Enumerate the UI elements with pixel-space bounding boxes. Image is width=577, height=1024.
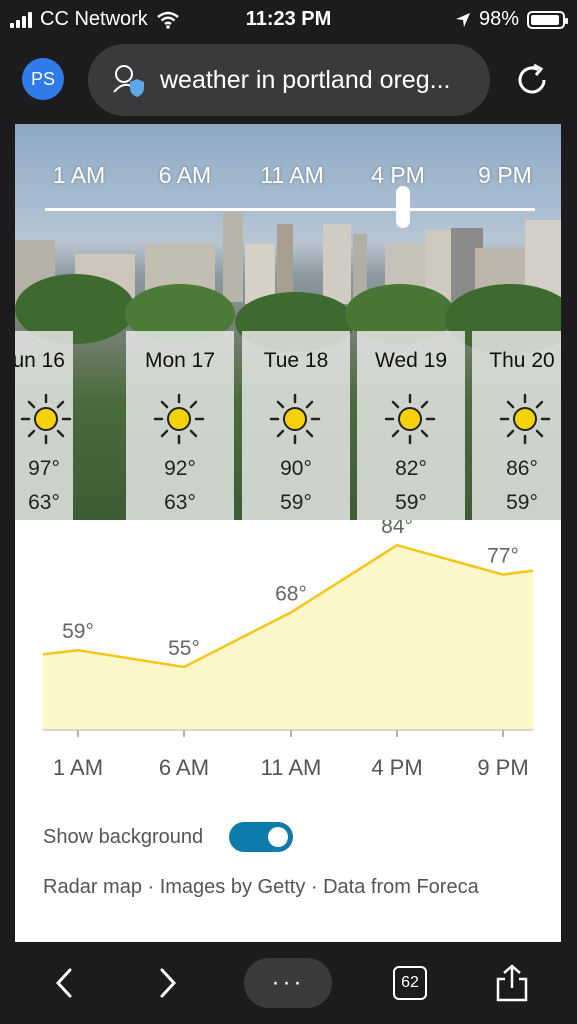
day-card[interactable]: Tue 18 90° 59° bbox=[242, 331, 350, 520]
hour-labels: 1 AM 6 AM 11 AM 4 PM 9 PM bbox=[15, 162, 561, 192]
x-tick-label: 4 PM bbox=[371, 755, 422, 780]
battery-percent: 98% bbox=[478, 8, 519, 30]
day-card[interactable]: un 16 97° 63° bbox=[15, 331, 73, 520]
low-temp: 59° bbox=[280, 491, 312, 514]
url-text[interactable]: weather in portland oreg... bbox=[160, 66, 450, 95]
temperature-area bbox=[43, 545, 533, 730]
day-name: Tue 18 bbox=[263, 349, 329, 372]
day-name: Thu 20 bbox=[489, 349, 555, 372]
hour-label: 6 AM bbox=[158, 162, 212, 188]
show-background-label: Show background bbox=[43, 826, 204, 848]
chevron-right-icon bbox=[160, 968, 177, 998]
hour-label: 11 AM bbox=[260, 162, 324, 188]
sun-icon bbox=[269, 393, 321, 445]
high-temp: 82° bbox=[395, 457, 427, 480]
high-temp: 86° bbox=[506, 457, 538, 480]
forward-button[interactable] bbox=[150, 942, 186, 1024]
low-temp: 63° bbox=[164, 491, 196, 514]
x-tick-label: 9 PM bbox=[477, 755, 528, 780]
daily-forecast: un 16 97° 63° Mon 17 92° 63° Tue 18 90° … bbox=[15, 331, 561, 520]
hourly-temperature-chart: 1 AM 59° 6 AM 55° 11 AM 68° 4 PM 84° 9 PM 77° bbox=[15, 520, 561, 800]
day-card[interactable]: Wed 19 82° 59° bbox=[357, 331, 465, 520]
temperature-value-label: 77° bbox=[487, 545, 519, 568]
show-background-toggle[interactable] bbox=[229, 822, 293, 852]
status-right: 98% bbox=[455, 8, 568, 31]
hour-label: 9 PM bbox=[478, 162, 532, 188]
address-bar: PS weather in portland oreg... bbox=[0, 38, 577, 124]
profile-avatar[interactable]: PS bbox=[22, 58, 64, 100]
low-temp: 59° bbox=[506, 491, 538, 514]
low-temp: 63° bbox=[28, 491, 60, 514]
hour-slider-track[interactable] bbox=[45, 208, 535, 211]
url-field[interactable]: weather in portland oreg... bbox=[88, 44, 490, 116]
temperature-chart-svg: 1 AM 59° 6 AM 55° 11 AM 68° 4 PM 84° 9 PM 77° bbox=[42, 520, 534, 780]
hour-label: 1 AM bbox=[52, 162, 106, 188]
bottom-toolbar: ··· 62 bbox=[0, 942, 577, 1024]
x-tick-label: 6 AM bbox=[159, 755, 209, 780]
more-menu-button[interactable]: ··· bbox=[244, 958, 332, 1008]
show-background-row: Show background bbox=[43, 822, 543, 856]
hour-slider-thumb[interactable] bbox=[396, 186, 410, 228]
day-name: Wed 19 bbox=[375, 349, 447, 372]
high-temp: 97° bbox=[28, 457, 60, 480]
temperature-value-label: 59° bbox=[62, 620, 94, 643]
weather-card: 1 AM 6 AM 11 AM 4 PM 9 PM un 16 97° 63° … bbox=[15, 124, 561, 942]
status-bar: CC Network 11:23 PM 98% bbox=[0, 0, 577, 38]
share-icon bbox=[496, 964, 528, 1002]
day-name: Mon 17 bbox=[144, 349, 216, 372]
sun-icon bbox=[153, 393, 205, 445]
chevron-left-icon bbox=[55, 968, 72, 998]
back-button[interactable] bbox=[46, 942, 82, 1024]
city-background-image: 1 AM 6 AM 11 AM 4 PM 9 PM un 16 97° 63° … bbox=[15, 124, 561, 520]
sun-icon bbox=[499, 393, 551, 445]
day-name: un 16 bbox=[15, 349, 65, 372]
temperature-value-label: 84° bbox=[381, 520, 413, 538]
day-card[interactable]: Mon 17 92° 63° bbox=[126, 331, 234, 520]
tracking-prevention-icon[interactable] bbox=[110, 62, 144, 98]
temperature-value-label: 55° bbox=[168, 637, 200, 660]
day-card[interactable]: Thu 20 86° 59° bbox=[472, 331, 561, 520]
x-tick-label: 11 AM bbox=[261, 755, 322, 780]
high-temp: 92° bbox=[164, 457, 196, 480]
sun-icon bbox=[384, 393, 436, 445]
page-content: 1 AM 6 AM 11 AM 4 PM 9 PM un 16 97° 63° … bbox=[0, 124, 577, 942]
tabs-button[interactable]: 62 bbox=[393, 966, 427, 1000]
sun-icon bbox=[20, 393, 72, 445]
x-tick-label: 1 AM bbox=[53, 755, 103, 780]
battery-icon bbox=[527, 10, 568, 29]
low-temp: 59° bbox=[395, 491, 427, 514]
hour-label: 4 PM bbox=[371, 162, 425, 188]
location-arrow-icon bbox=[455, 12, 470, 27]
reload-icon[interactable] bbox=[514, 62, 550, 98]
temperature-value-label: 68° bbox=[275, 582, 307, 605]
attribution-footer: Radar map · Images by Getty · Data from … bbox=[43, 876, 479, 898]
high-temp: 90° bbox=[280, 457, 312, 480]
share-button[interactable] bbox=[494, 942, 530, 1024]
